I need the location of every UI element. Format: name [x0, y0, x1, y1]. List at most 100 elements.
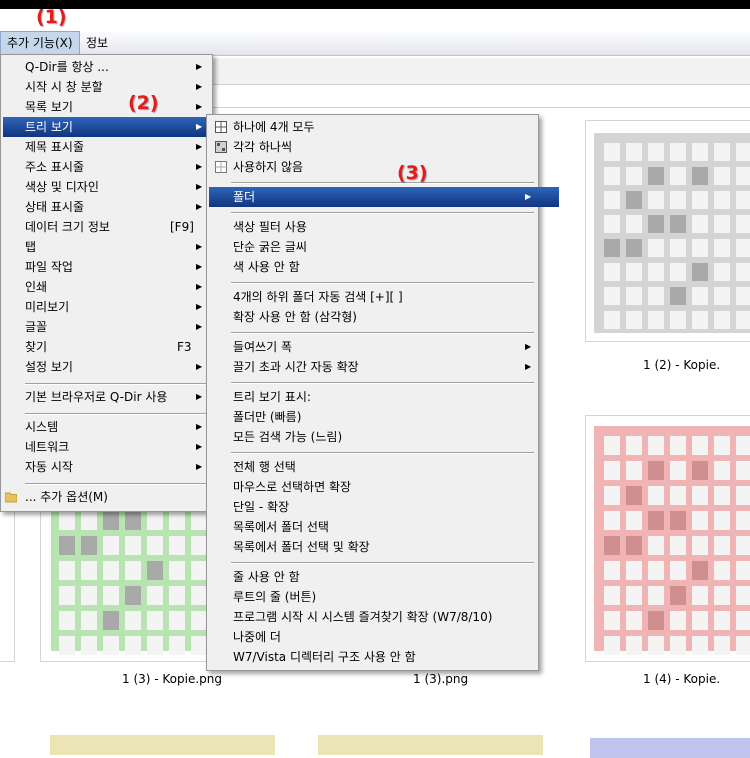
thumbnail-cell: [81, 636, 97, 655]
menu-item-list-view[interactable]: 목록 보기 ▶: [3, 97, 230, 117]
menu-item-more-later[interactable]: 나중에 더: [209, 627, 559, 647]
grid-none-icon: [215, 161, 227, 173]
thumbnail-cell: [604, 263, 620, 281]
menu-item-data-size[interactable]: 데이터 크기 정보 [F9]: [3, 217, 230, 237]
menu-separator: [231, 382, 534, 384]
thumbnail-cell: [692, 287, 708, 305]
menu-item-label: 파일 작업: [25, 260, 73, 274]
thumbnail-cell: [692, 486, 708, 505]
thumbnail-cell: [736, 461, 750, 480]
menu-item-tree-view[interactable]: 트리 보기 ▶: [3, 117, 230, 137]
menu-separator: [231, 332, 534, 334]
menu-item-status-bar[interactable]: 상태 표시줄 ▶: [3, 197, 230, 217]
menu-item-mouse-expand[interactable]: 마우스로 선택하면 확장: [209, 477, 559, 497]
menu-extras[interactable]: 추가 기능(X): [0, 31, 80, 55]
menu-item-label: 글꼴: [25, 320, 48, 334]
menu-item-address-bar[interactable]: 주소 표시줄 ▶: [3, 157, 230, 177]
menu-item-label: 자동 시작: [25, 460, 73, 474]
menu-item-label: 프로그램 시작 시 시스템 즐겨찾기 확장 (W7/8/10): [233, 610, 493, 624]
menu-item-select-from-list[interactable]: 목록에서 폴더 선택: [209, 517, 559, 537]
menu-item-folders-only[interactable]: 폴더만 (빠름): [209, 407, 559, 427]
thumbnail-cell: [147, 611, 163, 630]
thumbnail-cell: [626, 536, 642, 555]
file-name[interactable]: 1 (2) - Kopie.: [643, 358, 720, 372]
thumbnail-cell: [736, 239, 750, 257]
menu-item-expand-favorites[interactable]: 프로그램 시작 시 시스템 즐겨찾기 확장 (W7/8/10): [209, 607, 559, 627]
menu-item-label: 시스템: [25, 420, 59, 434]
thumbnail-cell: [714, 287, 730, 305]
menu-item-simple-bold[interactable]: 단순 굵은 글씨: [209, 237, 559, 257]
thumbnail-cell: [670, 586, 686, 605]
thumbnail-cell: [59, 536, 75, 555]
menu-item-drag-expand[interactable]: 끌기 초과 시간 자동 확장 ▶: [209, 357, 559, 377]
submenu-arrow-icon: ▶: [196, 202, 203, 211]
file-name[interactable]: 1 (3) - Kopie.png: [122, 672, 222, 686]
menu-item-file-ops[interactable]: 파일 작업 ▶: [3, 257, 230, 277]
thumbnail-cell: [169, 586, 185, 605]
submenu-arrow-icon: ▶: [196, 242, 203, 251]
menu-item-title-bar[interactable]: 제목 표시줄 ▶: [3, 137, 230, 157]
thumbnail-cell: [714, 536, 730, 555]
thumbnail-cell: [604, 239, 620, 257]
thumbnail[interactable]: [50, 735, 275, 755]
menu-item-all-searchable[interactable]: 모든 검색 가능 (느림): [209, 427, 559, 447]
menu-item-no-color[interactable]: 색 사용 안 함: [209, 257, 559, 277]
thumbnail-cell: [648, 191, 664, 209]
folder-icon: [5, 492, 17, 503]
thumbnail-cell: [714, 143, 730, 161]
menu-item-find[interactable]: 찾기 F3: [3, 337, 230, 357]
thumbnail-cell: [81, 511, 97, 530]
menu-item-system[interactable]: 시스템 ▶: [3, 417, 230, 437]
menu-item-tabs[interactable]: 탭 ▶: [3, 237, 230, 257]
menu-item-root-lines[interactable]: 루트의 줄 (버튼): [209, 587, 559, 607]
menu-item-always[interactable]: Q-Dir를 항상 ... ▶: [3, 57, 230, 77]
menu-item-one-each[interactable]: 각각 하나씩: [209, 137, 559, 157]
menu-item-font[interactable]: 글꼴 ▶: [3, 317, 230, 337]
menu-item-folder[interactable]: 폴더 ▶: [209, 187, 559, 207]
menu-info[interactable]: 정보: [80, 31, 114, 55]
menu-item-indent-width[interactable]: 들여쓰기 폭 ▶: [209, 337, 559, 357]
menu-item-no-lines[interactable]: 줄 사용 안 함: [209, 567, 559, 587]
menu-item-single-expand[interactable]: 단일 - 확장: [209, 497, 559, 517]
menu-item-network[interactable]: 네트워크 ▶: [3, 437, 230, 457]
submenu-arrow-icon: ▶: [196, 462, 203, 471]
menu-item-startup-split[interactable]: 시작 시 창 분할 ▶: [3, 77, 230, 97]
menu-item-autostart[interactable]: 자동 시작 ▶: [3, 457, 230, 477]
menu-item-no-vista-structure[interactable]: W7/Vista 디렉터리 구조 사용 안 함: [209, 647, 559, 667]
file-name[interactable]: 1 (4) - Kopie.: [643, 672, 720, 686]
thumbnail[interactable]: [585, 415, 750, 662]
thumbnail[interactable]: [585, 120, 750, 342]
menu-item-all-four-in-one[interactable]: 하나에 4개 모두: [209, 117, 559, 137]
menu-item-label: 탭: [25, 240, 37, 254]
thumbnail-cell: [626, 461, 642, 480]
explorer-toolbar: [212, 58, 750, 85]
menu-item-default-browser[interactable]: 기본 브라우저로 Q-Dir 사용 ▶: [3, 387, 230, 407]
submenu-arrow-icon: ▶: [196, 122, 203, 131]
menu-item-colors-design[interactable]: 색상 및 디자인 ▶: [3, 177, 230, 197]
thumbnail-cell: [59, 586, 75, 605]
menu-item-preview[interactable]: 미리보기 ▶: [3, 297, 230, 317]
thumbnail[interactable]: [590, 738, 750, 758]
thumbnail[interactable]: [318, 735, 543, 755]
menu-item-label: 4개의 하위 폴더 자동 검색 [+][ ]: [233, 290, 403, 304]
menu-item-label: 미리보기: [25, 300, 70, 314]
menu-item-settings-view[interactable]: 설정 보기 ▶: [3, 357, 230, 377]
menu-item-not-used[interactable]: 사용하지 않음: [209, 157, 559, 177]
thumbnail-cell: [626, 215, 642, 233]
menu-item-auto-search[interactable]: 4개의 하위 폴더 자동 검색 [+][ ]: [209, 287, 559, 307]
menu-item-color-filter[interactable]: 색상 필터 사용: [209, 217, 559, 237]
menu-item-select-expand-from-list[interactable]: 목록에서 폴더 선택 및 확장: [209, 537, 559, 557]
file-name[interactable]: 1 (3).png: [413, 672, 468, 686]
menu-item-print[interactable]: 인쇄 ▶: [3, 277, 230, 297]
menu-item-no-expand-triangle[interactable]: 확장 사용 안 함 (삼각형): [209, 307, 559, 327]
submenu-arrow-icon: ▶: [196, 262, 203, 271]
thumbnail-cell: [59, 636, 75, 655]
thumbnail-cell: [59, 511, 75, 530]
thumbnail-cell: [604, 287, 620, 305]
submenu-arrow-icon: ▶: [196, 62, 203, 71]
menu-item-label: 트리 보기: [25, 120, 73, 134]
menu-item-more-options[interactable]: ... 추가 옵션(M): [3, 487, 230, 507]
thumbnail-cell: [714, 263, 730, 281]
address-bar[interactable]: [212, 85, 750, 108]
menu-item-full-row-select[interactable]: 전체 행 선택: [209, 457, 559, 477]
